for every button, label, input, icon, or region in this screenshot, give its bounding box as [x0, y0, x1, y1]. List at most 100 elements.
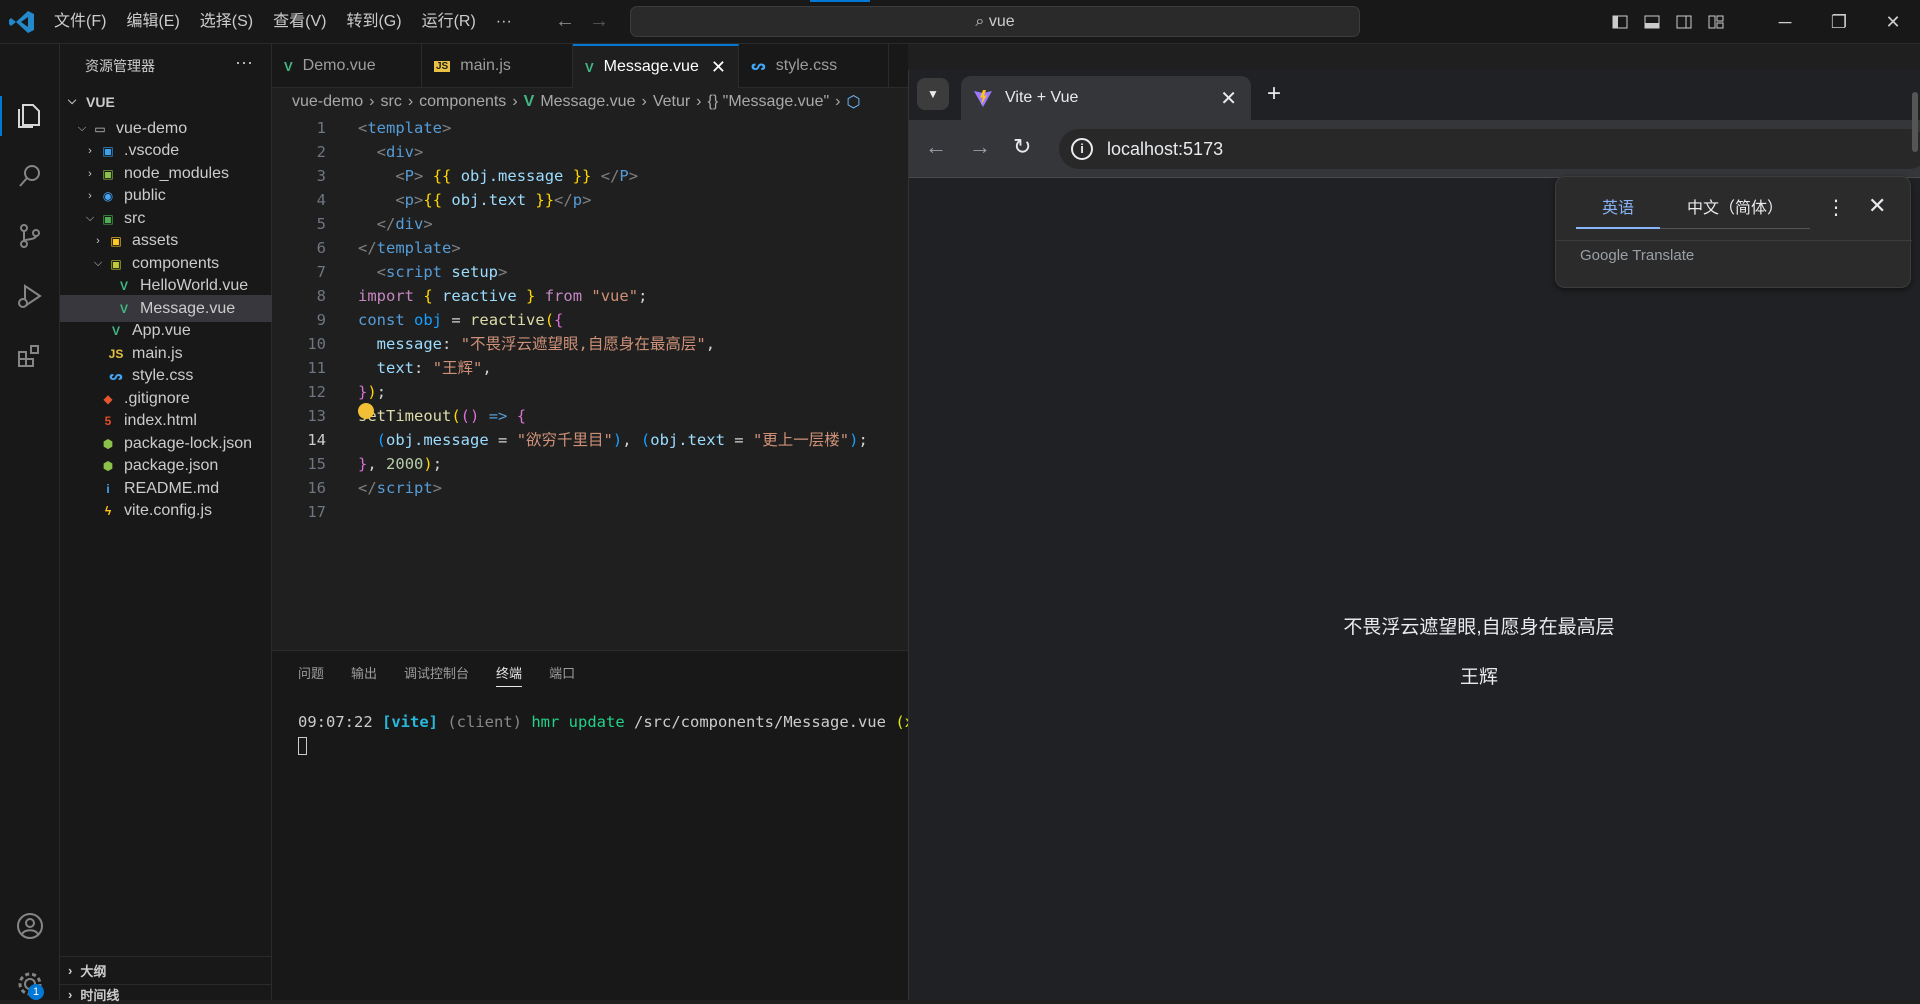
menu-file[interactable]: 文件(F) [44, 0, 116, 44]
css-file-icon: ᔕ [109, 369, 123, 383]
toggle-sidebar-icon[interactable] [1604, 0, 1636, 44]
breadcrumb-item[interactable]: Message.vue [540, 93, 635, 111]
scrollbar[interactable] [1912, 92, 1918, 152]
outline-section[interactable]: › 大纲 [60, 956, 272, 984]
timeline-section[interactable]: › 时间线 [60, 984, 272, 1004]
json-file-icon: ⬢ [102, 459, 114, 473]
code-line: 3 <P> {{ obj.message }} </P> [272, 164, 908, 188]
css-file-icon: ᔕ [751, 58, 766, 73]
tab-message-vue[interactable]: V Message.vue ✕ [573, 44, 739, 88]
chevron-right-icon: › [88, 190, 92, 202]
toggle-panel-icon[interactable] [1636, 0, 1668, 44]
chevron-right-icon: › [88, 145, 92, 157]
command-center-search[interactable]: ⌕ vue [630, 6, 1360, 37]
active-indicator [0, 96, 2, 136]
forward-arrow-icon[interactable]: → [589, 10, 609, 33]
translate-lang-english[interactable]: 英语 [1576, 189, 1660, 229]
info-file-icon: i [106, 481, 110, 496]
vite-favicon-icon [974, 90, 992, 107]
breadcrumb-separator-icon: › [835, 93, 841, 110]
divider [1556, 240, 1912, 241]
tree-item-label: style.css [132, 367, 194, 384]
line-number: 4 [316, 191, 326, 209]
vue-file-icon: V [284, 58, 293, 74]
chevron-down-icon: ⌵ [93, 257, 103, 269]
tab-main-js[interactable]: JS main.js [422, 44, 573, 88]
breadcrumb-item[interactable]: {} "Message.vue" [708, 93, 830, 111]
new-tab-icon[interactable]: + [1267, 80, 1281, 108]
menu-run[interactable]: 运行(R) [412, 0, 486, 44]
settings-badge: 1 [28, 984, 44, 1000]
customize-layout-icon[interactable] [1700, 0, 1732, 44]
tab-ports[interactable]: 端口 [549, 651, 575, 697]
title-bar: 文件(F) 编辑(E) 选择(S) 查看(V) 转到(G) 运行(R) ··· … [0, 0, 1920, 44]
tree-item-label: README.md [124, 479, 220, 497]
workspace-root[interactable]: ⌵ VUE [60, 88, 272, 115]
browser-tab[interactable]: Vite + Vue ✕ [961, 76, 1251, 120]
reload-icon[interactable]: ↻ [1013, 134, 1031, 160]
run-debug-icon[interactable] [10, 276, 50, 316]
tab-style-css[interactable]: ᔕ style.css [739, 44, 889, 88]
source-control-icon[interactable] [10, 216, 50, 256]
tree-item-label: package.json [124, 457, 219, 474]
panel-tabs: 问题 输出 调试控制台 终端 端口 [272, 651, 908, 697]
search-activity-icon[interactable] [10, 156, 50, 196]
menu-go[interactable]: 转到(G) [336, 0, 411, 44]
browser-forward-icon[interactable]: → [969, 134, 991, 160]
tree-item-label: package-lock.json [124, 434, 253, 452]
explorer-header: 资源管理器 ··· [60, 44, 271, 88]
vue-file-icon: V [585, 59, 594, 75]
translate-more-icon[interactable]: ⋮ [1826, 195, 1846, 220]
tab-demo-vue[interactable]: V Demo.vue [272, 44, 422, 88]
lightbulb-icon[interactable] [358, 403, 374, 419]
breadcrumb-separator-icon: › [369, 93, 375, 110]
menu-view[interactable]: 查看(V) [263, 0, 336, 44]
site-info-icon[interactable]: i [1071, 138, 1093, 160]
line-number: 13 [307, 407, 326, 425]
breadcrumb-item[interactable]: Vetur [653, 93, 690, 111]
close-browser-tab-icon[interactable]: ✕ [1220, 86, 1237, 111]
code-editor[interactable]: 1 <template> 2 <div> 3 <P> {{ obj.message… [272, 116, 908, 646]
tab-terminal[interactable]: 终端 [496, 651, 523, 697]
tab-search-icon[interactable]: ▼ [917, 78, 949, 110]
menu-selection[interactable]: 选择(S) [190, 0, 263, 44]
line-number: 16 [307, 479, 326, 497]
web-page: 不畏浮云遮望眼,自愿身在最高层 王辉 [909, 178, 1920, 1000]
git-file-icon: ◆ [103, 391, 113, 406]
breadcrumb-item[interactable]: components [419, 93, 506, 111]
tab-debug-console[interactable]: 调试控制台 [404, 651, 469, 697]
back-arrow-icon[interactable]: ← [555, 10, 575, 33]
breadcrumb-separator-icon: › [641, 93, 647, 110]
line-number: 1 [316, 119, 326, 137]
more-actions-icon[interactable]: ··· [235, 52, 253, 73]
vue-file-icon: V [119, 301, 128, 316]
chevron-right-icon: › [68, 963, 73, 978]
translate-close-icon[interactable]: ✕ [1868, 193, 1886, 219]
extensions-icon[interactable] [10, 336, 50, 376]
vite-file-icon: ϟ [104, 504, 112, 518]
account-icon[interactable] [10, 906, 50, 946]
code-line: 10 message: "不畏浮云遮望眼,自愿身在最高层", [272, 332, 908, 356]
toggle-secondary-sidebar-icon[interactable] [1668, 0, 1700, 44]
breadcrumb-item[interactable]: src [380, 93, 401, 111]
close-window-icon[interactable]: ✕ [1866, 0, 1920, 44]
tree-item[interactable]: ϟ vite.config.js [60, 498, 272, 525]
tab-problems[interactable]: 问题 [298, 651, 324, 697]
restore-icon[interactable]: ❐ [1812, 0, 1866, 44]
tab-output[interactable]: 输出 [351, 651, 377, 697]
explorer-icon[interactable] [10, 96, 50, 136]
menu-more[interactable]: ··· [486, 0, 522, 44]
chevron-right-icon: › [88, 167, 92, 180]
browser-back-icon[interactable]: ← [925, 134, 947, 160]
translate-lang-chinese[interactable]: 中文（简体） [1660, 189, 1810, 229]
terminal-output[interactable]: 09:07:22 [vite] (client) hmr update /src… [298, 713, 933, 759]
address-bar[interactable]: i localhost:5173 [1059, 129, 1920, 169]
minimize-icon[interactable]: ─ [1758, 0, 1812, 44]
browser-window: ▼ Vite + Vue ✕ + ← → ↻ i localhost:5173 … [908, 70, 1920, 1000]
breadcrumb-item[interactable]: vue-demo [292, 93, 363, 111]
menu-edit[interactable]: 编辑(E) [116, 0, 189, 44]
tree-item-label: HelloWorld.vue [140, 277, 249, 294]
browser-tab-strip: ▼ Vite + Vue ✕ + [909, 70, 1920, 120]
components-folder-icon: ▣ [110, 256, 122, 271]
close-tab-icon[interactable]: ✕ [711, 57, 726, 78]
